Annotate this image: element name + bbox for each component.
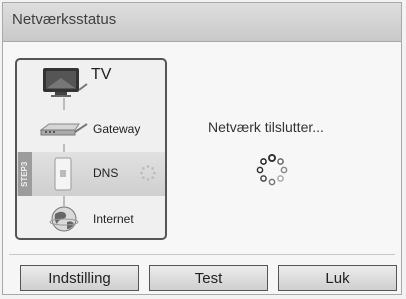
step-label-dns: DNS [93, 166, 119, 180]
loading-spinner-icon [256, 154, 288, 186]
globe-icon [49, 206, 79, 232]
step-tag: STEP3 [18, 152, 32, 196]
dialog-content: TV Gateway STEP3 DNS Internet Netværk ti… [3, 42, 401, 252]
step-label-internet: Internet [93, 212, 134, 226]
gateway-icon [39, 123, 88, 136]
button-separator [9, 254, 395, 255]
close-button[interactable]: Luk [278, 265, 397, 291]
settings-button[interactable]: Indstilling [20, 265, 139, 291]
step-internet: Internet [17, 196, 165, 240]
step-gateway: Gateway [17, 106, 165, 150]
tv-icon [43, 68, 88, 97]
dialog-title: Netværksstatus [12, 11, 117, 28]
test-button[interactable]: Test [149, 265, 268, 291]
title-bar: Netværksstatus [3, 3, 401, 42]
network-status-dialog: Netværksstatus TV Gateway STEP3 DNS Inte… [2, 2, 402, 295]
small-loading-icon [140, 165, 156, 181]
connection-steps-panel: TV Gateway STEP3 DNS Internet [15, 58, 167, 240]
dns-server-icon [54, 157, 72, 191]
connection-status-text: Netværk tilslutter... [208, 119, 324, 135]
step-tv: TV [17, 60, 165, 104]
step-dns: STEP3 DNS [17, 152, 165, 196]
step-label-gateway: Gateway [93, 122, 141, 136]
step-label-tv: TV [91, 66, 112, 83]
